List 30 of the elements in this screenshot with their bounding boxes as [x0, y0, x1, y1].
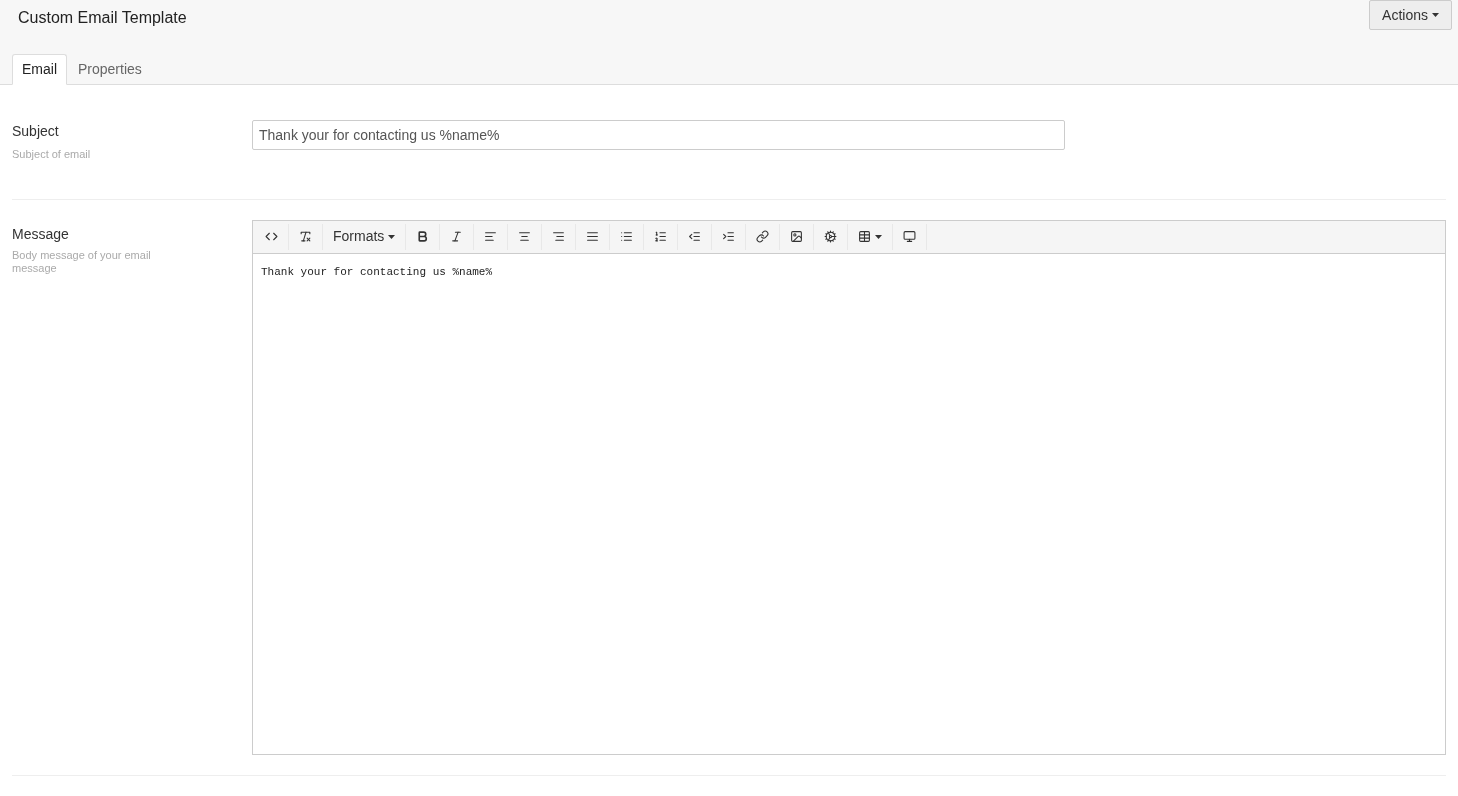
- align-right-icon: [552, 230, 566, 243]
- bullet-list-icon: [620, 230, 634, 243]
- tab[interactable]: Email: [12, 54, 67, 85]
- clear-formatting-icon: [299, 230, 312, 243]
- caret-icon: [388, 234, 396, 239]
- align-center-icon: [518, 230, 532, 243]
- field-hint: Body message of your email message: [12, 248, 152, 275]
- subject-field[interactable]: Thank your for contacting us %name%: [252, 120, 1065, 150]
- field-label: Subject: [12, 122, 60, 141]
- actions-button[interactable]: Actions: [1369, 0, 1452, 30]
- field-hint: Subject of email: [12, 147, 92, 162]
- caret-icon: [875, 234, 883, 239]
- table-icon: [858, 230, 872, 243]
- link-icon: [756, 230, 770, 243]
- image-icon: [790, 230, 804, 243]
- indent-icon: [722, 230, 736, 243]
- justify-icon: [586, 230, 600, 243]
- caret-icon: [1432, 13, 1439, 17]
- tab[interactable]: Properties: [67, 54, 153, 85]
- formats-dropdown[interactable]: Formats: [323, 223, 407, 250]
- page-title: Custom Email Template: [18, 8, 187, 28]
- align-left-icon: [484, 230, 498, 243]
- editor-body[interactable]: Thank your for contacting us %name%: [253, 253, 1445, 754]
- italic-icon: [450, 230, 464, 243]
- code-icon: [265, 230, 278, 243]
- bold-icon: [416, 230, 430, 243]
- field-label: Message: [12, 224, 70, 244]
- monitor-icon: [903, 230, 917, 243]
- outdent-icon: [688, 230, 702, 243]
- numbered-list-icon: [654, 230, 668, 243]
